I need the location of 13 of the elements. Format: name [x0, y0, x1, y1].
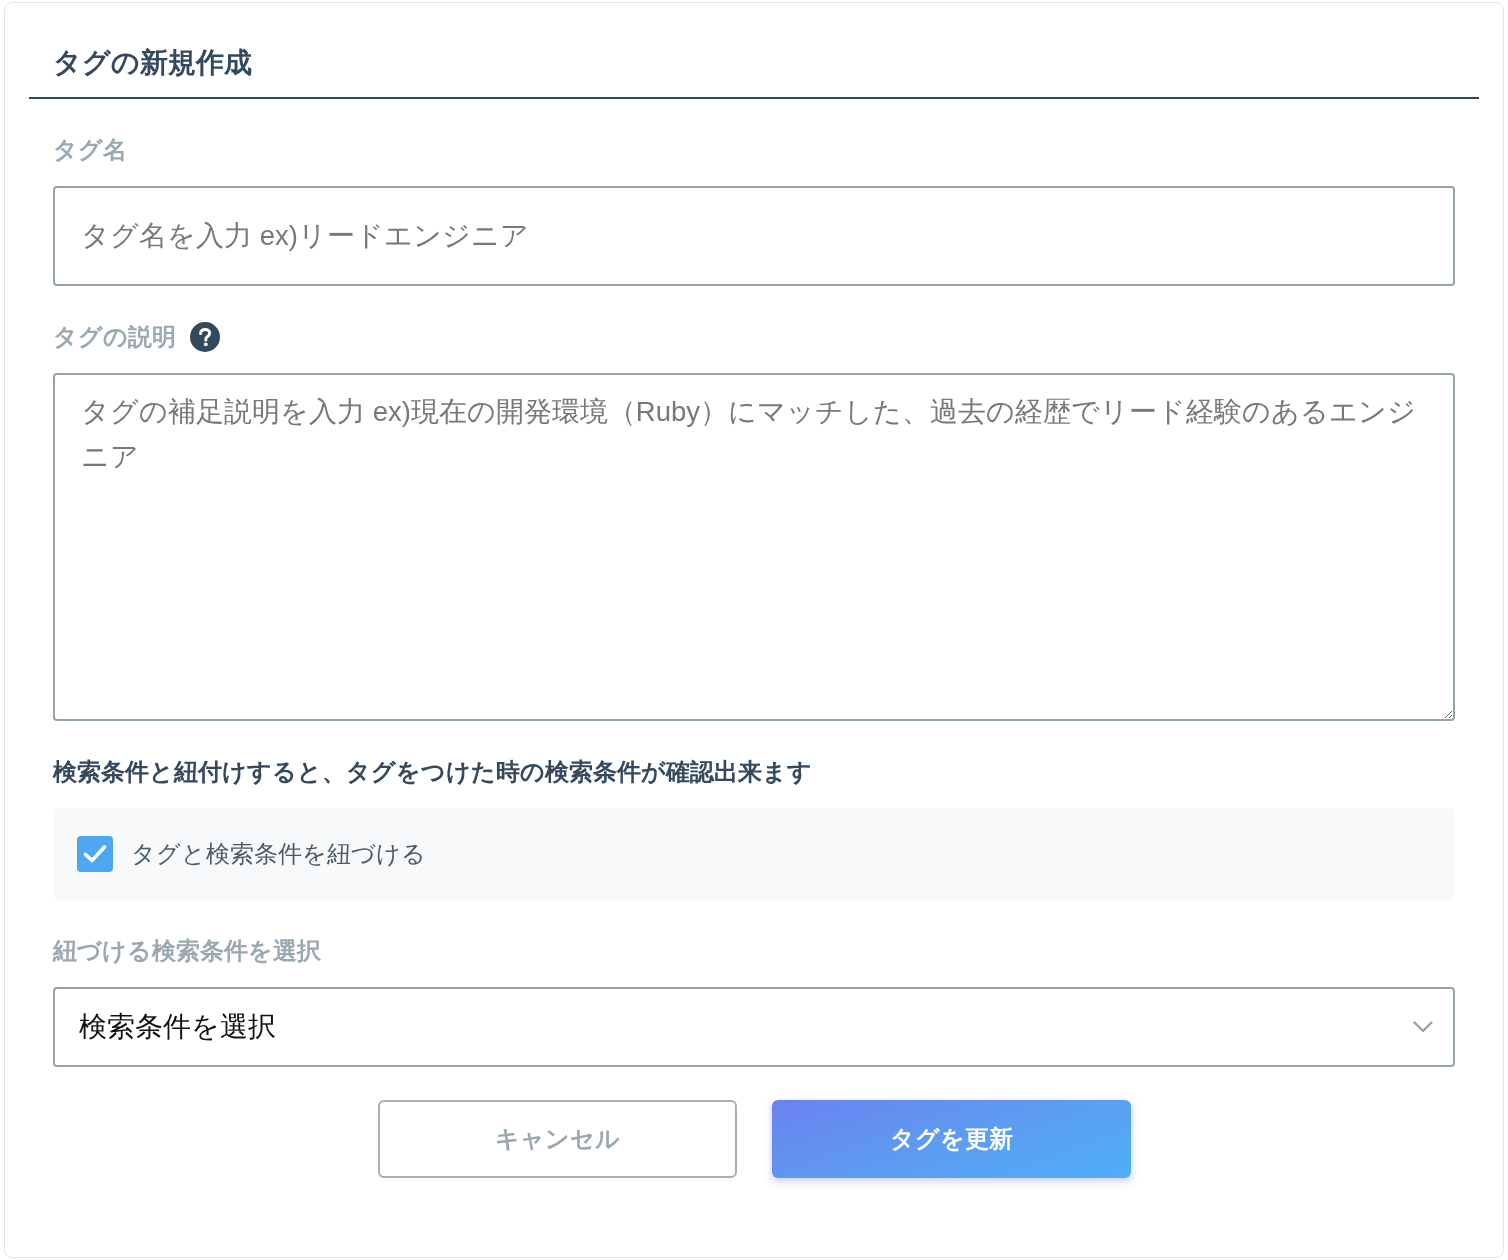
tag-description-textarea[interactable]: タグの補足説明を入力 ex)現在の開発環境（Ruby）にマッチした、過去の経歴でリード経験のあるエンジニア	[53, 373, 1455, 721]
chevron-down-icon	[1413, 1021, 1433, 1033]
field-label: タグ名	[53, 135, 127, 165]
checkmark-icon	[83, 844, 107, 864]
link-checkbox[interactable]	[77, 836, 113, 872]
tag-name-input[interactable]: タグ名を入力 ex)リードエンジニア	[53, 186, 1455, 286]
help-icon[interactable]	[190, 322, 220, 352]
checkbox-label[interactable]: タグと検索条件を紐づける	[131, 839, 426, 869]
field-label: タグの説明	[53, 322, 176, 352]
field-label: 紐づける検索条件を選択	[53, 936, 321, 966]
form-title: タグの新規作成	[52, 46, 253, 80]
link-note-text: 検索条件と紐付けすると、タグをつけた時の検索条件が確認出来ます	[53, 757, 813, 787]
condition-select[interactable]: 検索条件を選択	[53, 987, 1455, 1067]
